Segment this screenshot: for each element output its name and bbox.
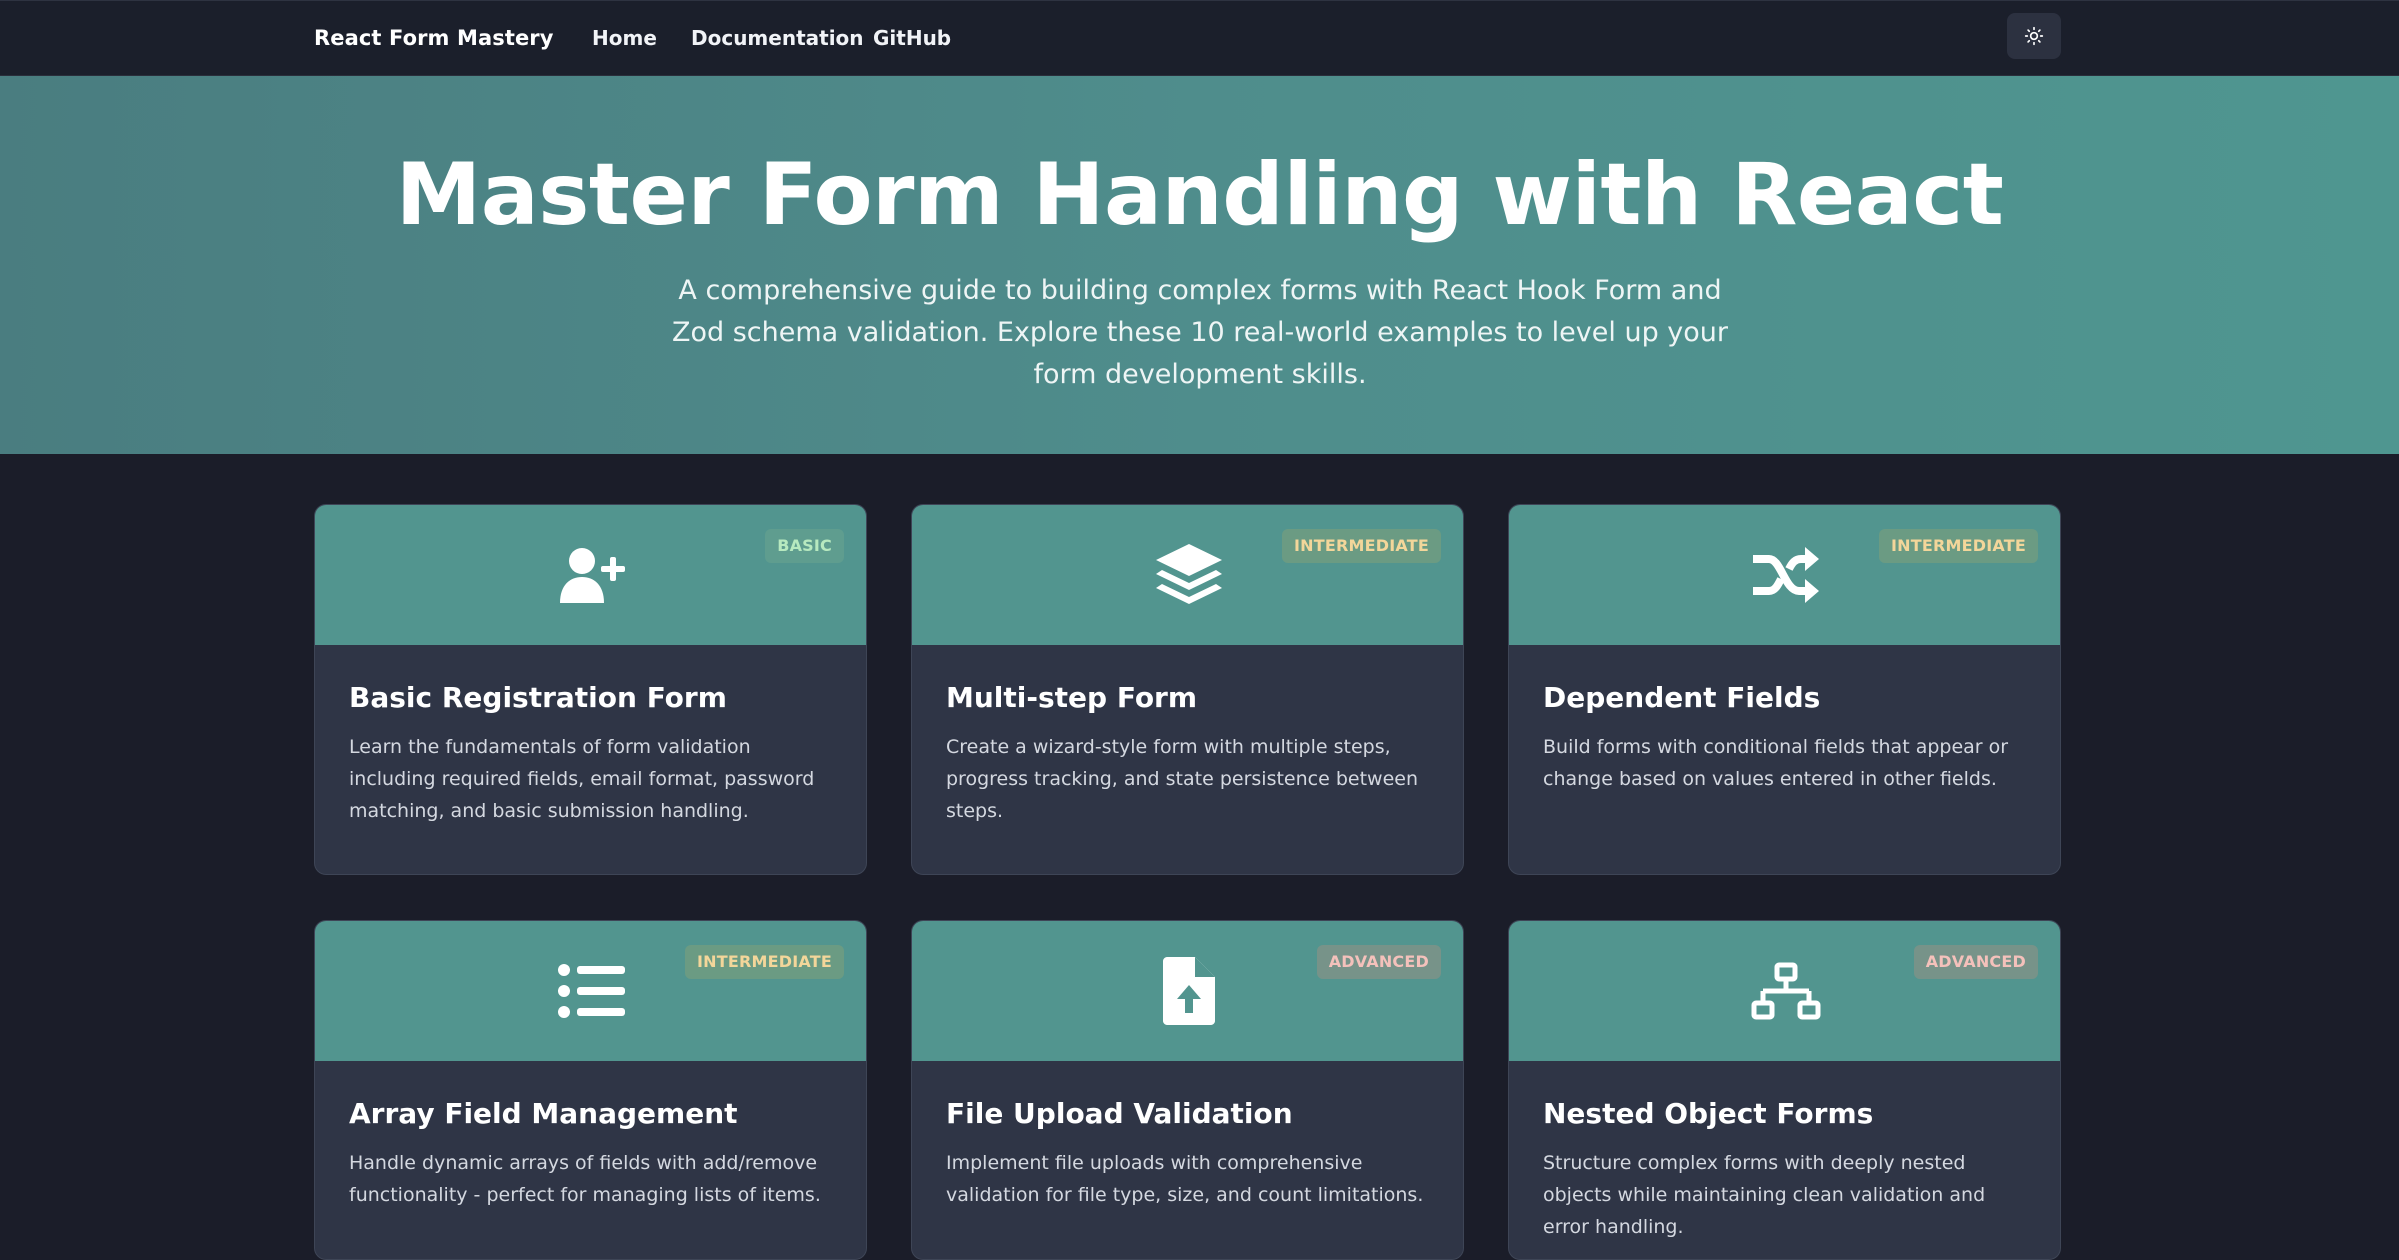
nav-link-github[interactable]: GitHub (873, 23, 951, 53)
list-icon (557, 962, 627, 1020)
difficulty-badge: INTERMEDIATE (685, 945, 844, 979)
card-header: INTERMEDIATE (912, 505, 1463, 645)
card-title: File Upload Validation (946, 1097, 1293, 1130)
shuffle-icon (1751, 545, 1821, 605)
example-card-basic-registration[interactable]: BASIC Basic Registration Form Learn the … (314, 504, 867, 875)
user-plus-icon (558, 545, 626, 605)
brand-logo-link[interactable]: React Form Mastery (314, 23, 554, 53)
card-description: Build forms with conditional fields that… (1543, 736, 2009, 790)
card-title: Dependent Fields (1543, 681, 1821, 714)
card-title: Basic Registration Form (349, 681, 727, 714)
nav-link-documentation[interactable]: Documentation (691, 23, 864, 53)
card-description: Handle dynamic arrays of fields with add… (349, 1152, 821, 1206)
card-description: Learn the fundamentals of form validatio… (349, 736, 815, 822)
top-navbar: React Form Mastery Home Documentation Gi… (0, 0, 2399, 76)
card-header: ADVANCED (1509, 921, 2060, 1061)
difficulty-badge: BASIC (765, 529, 844, 563)
difficulty-badge: INTERMEDIATE (1879, 529, 2038, 563)
hero-title: Master Form Handling with React (395, 145, 2004, 245)
example-card-multi-step[interactable]: INTERMEDIATE Multi-step Form Create a wi… (911, 504, 1464, 875)
hero-section: Master Form Handling with React A compre… (0, 76, 2399, 454)
difficulty-badge: INTERMEDIATE (1282, 529, 1441, 563)
example-card-nested-objects[interactable]: ADVANCED Nested Object Forms Structure c… (1508, 920, 2061, 1260)
nav-link-home[interactable]: Home (592, 23, 657, 53)
card-description: Create a wizard-style form with multiple… (946, 736, 1418, 822)
card-title: Multi-step Form (946, 681, 1198, 714)
card-header: INTERMEDIATE (1509, 505, 2060, 645)
card-title: Array Field Management (349, 1097, 738, 1130)
card-description: Implement file uploads with comprehensiv… (946, 1152, 1424, 1206)
example-card-array-fields[interactable]: INTERMEDIATE Array Field Management Hand… (314, 920, 867, 1260)
card-title: Nested Object Forms (1543, 1097, 1874, 1130)
hero-description: A comprehensive guide to building comple… (671, 275, 1729, 390)
layers-icon (1154, 542, 1224, 608)
example-card-file-upload[interactable]: ADVANCED File Upload Validation Implemen… (911, 920, 1464, 1260)
example-card-dependent-fields[interactable]: INTERMEDIATE Dependent Fields Build form… (1508, 504, 2061, 875)
sun-icon (2024, 26, 2044, 46)
card-header: BASIC (315, 505, 866, 645)
theme-toggle-button[interactable] (2007, 13, 2061, 59)
card-header: ADVANCED (912, 921, 1463, 1061)
card-header: INTERMEDIATE (315, 921, 866, 1061)
file-upload-icon (1162, 957, 1215, 1025)
difficulty-badge: ADVANCED (1913, 945, 2038, 979)
sitemap-icon (1751, 962, 1821, 1020)
difficulty-badge: ADVANCED (1316, 945, 1441, 979)
